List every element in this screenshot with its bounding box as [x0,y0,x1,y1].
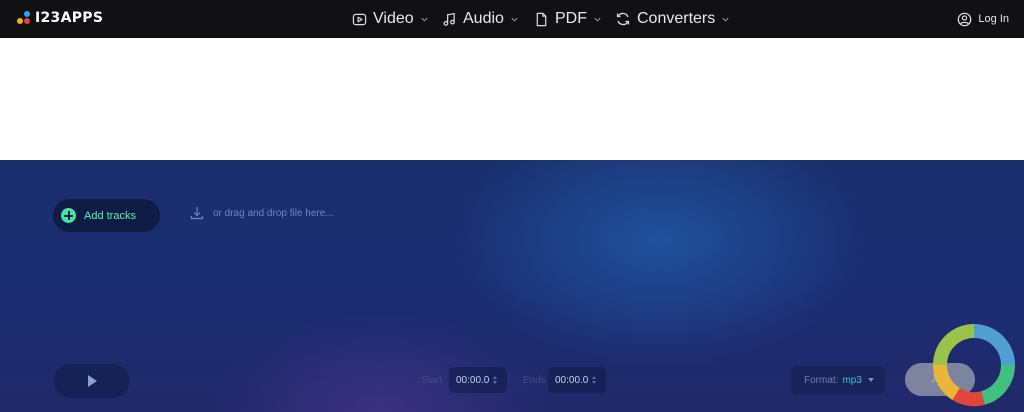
nav-item-video[interactable]: Video [352,0,429,38]
end-label: Ends [523,375,546,386]
drop-zone-hint[interactable]: or drag and drop file here... [189,205,334,221]
start-time-input[interactable]: 00:00.0 [449,367,507,393]
play-button[interactable] [54,364,129,398]
stepper-icon[interactable] [493,376,498,384]
end-time-value: 00:00.0 [555,374,589,386]
add-tracks-label: Add tracks [84,209,136,222]
logo-text: I23APPS [35,10,104,26]
play-square-icon [352,13,367,25]
start-time-value: 00:00.0 [456,374,490,386]
login-label: Log In [978,13,1009,25]
end-time-input[interactable]: 00:00.0 [548,367,606,393]
document-icon [536,12,547,26]
ad-banner-area [0,38,1024,160]
loading-ring-icon [932,324,1016,407]
format-value: mp3 [842,374,862,386]
nav-item-converters[interactable]: Converters [615,0,730,38]
nav-item-pdf[interactable]: PDF [534,0,602,38]
format-label: Format: [804,374,839,386]
chevron-down-icon [594,17,601,22]
stepper-icon[interactable] [592,376,597,384]
caret-down-icon [867,378,874,382]
login-button[interactable]: Log In [957,0,1009,38]
drop-hint-text: or drag and drop file here... [213,207,334,219]
download-icon [190,207,204,220]
start-label: Start [421,375,443,386]
chevron-down-icon [722,17,729,22]
add-tracks-button[interactable]: Add tracks [53,199,160,232]
refresh-icon [616,12,630,26]
nav-item-label: Video [373,10,414,27]
audio-joiner-panel: Add tracks or drag and drop file here...… [0,160,1024,412]
top-nav-bar: I23APPS Video Audio PDF Converters Log I… [0,0,1024,38]
nav-item-label: Converters [637,10,716,27]
user-circle-icon [958,12,972,26]
nav-item-label: PDF [555,10,587,27]
nav-item-audio[interactable]: Audio [442,0,519,38]
play-icon [88,375,97,387]
nav-item-label: Audio [463,10,504,27]
app-logo[interactable]: I23APPS [17,10,103,26]
chevron-down-icon [421,17,428,22]
chevron-down-icon [511,17,518,22]
plus-circle-icon [61,208,76,223]
format-select[interactable]: Format: mp3 [791,366,885,394]
logo-dots-icon [17,11,31,25]
music-note-icon [443,12,455,26]
